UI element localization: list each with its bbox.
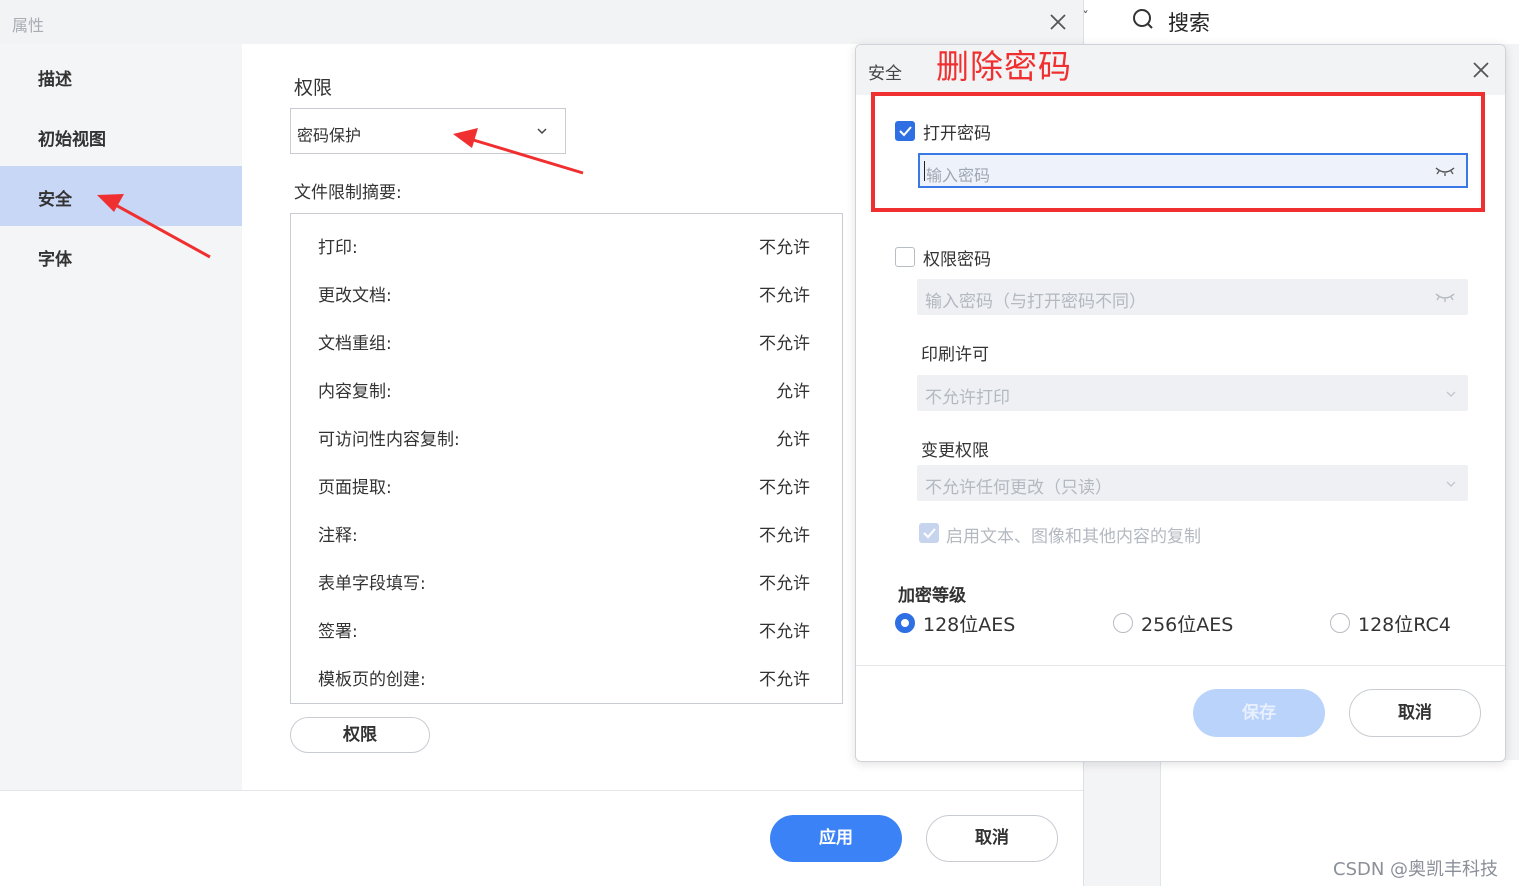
chevron-down-icon [1446, 391, 1456, 397]
summary-key: 签署: [318, 622, 358, 642]
sidebar-item-initial-view[interactable]: 初始视图 [0, 106, 242, 166]
sidebar-item-label: 字体 [38, 250, 72, 270]
summary-row: 更改文档: 不允许 [291, 266, 842, 314]
summary-row: 打印: 不允许 [291, 218, 842, 266]
summary-row: 文档重组: 不允许 [291, 314, 842, 362]
properties-title: 属性 [12, 16, 45, 35]
divider [856, 665, 1505, 666]
properties-titlebar [0, 0, 1083, 44]
search-label[interactable]: 搜索 [1168, 7, 1210, 37]
annotation-highlight-box [871, 92, 1485, 212]
radio-256-aes[interactable] [1113, 613, 1133, 633]
summary-key: 表单字段填写: [318, 574, 426, 594]
summary-value: 允许 [776, 430, 810, 450]
radio-label: 128位AES [923, 614, 1016, 636]
radio-label: 256位AES [1141, 614, 1234, 636]
print-permission-value: 不允许打印 [925, 388, 1010, 408]
summary-value: 不允许 [759, 286, 810, 306]
chevron-down-icon [1446, 481, 1456, 487]
eye-closed-icon [1435, 293, 1455, 302]
close-icon[interactable] [1470, 59, 1492, 81]
sidebar-item-label: 描述 [38, 70, 72, 90]
permission-password-label: 权限密码 [923, 250, 991, 270]
permissions-button[interactable]: 权限 [290, 717, 430, 753]
summary-value: 不允许 [759, 478, 810, 498]
summary-key: 注释: [318, 526, 358, 546]
properties-sidebar: 描述 初始视图 安全 字体 [0, 44, 242, 790]
change-permission-value: 不允许任何更改（只读） [925, 478, 1112, 498]
search-icon[interactable] [1132, 8, 1154, 30]
summary-key: 内容复制: [318, 382, 392, 402]
summary-value: 不允许 [759, 334, 810, 354]
summary-value: 不允许 [759, 622, 810, 642]
print-permission-select: 不允许打印 [917, 375, 1468, 411]
permission-password-checkbox[interactable] [895, 247, 915, 267]
save-button[interactable]: 保存 [1193, 689, 1325, 737]
summary-value: 不允许 [759, 670, 810, 690]
summary-row: 内容复制: 允许 [291, 362, 842, 410]
permission-password-placeholder: 输入密码（与打开密码不同） [925, 292, 1146, 312]
watermark: CSDN @奥凯丰科技 [1333, 859, 1499, 880]
summary-value: 不允许 [759, 238, 810, 258]
summary-key: 打印: [318, 238, 358, 258]
chevron-down-icon [537, 128, 547, 135]
sidebar-item-fonts[interactable]: 字体 [0, 226, 242, 286]
annotation-text: 删除密码 [936, 47, 1072, 86]
sidebar-item-label: 安全 [38, 190, 72, 210]
summary-value: 不允许 [759, 526, 810, 546]
radio-128-rc4[interactable] [1330, 613, 1350, 633]
sidebar-item-label: 初始视图 [38, 130, 106, 150]
close-icon[interactable] [1046, 10, 1070, 34]
summary-row: 签署: 不允许 [291, 602, 842, 650]
cancel-button[interactable]: 取消 [926, 815, 1058, 862]
summary-value: 不允许 [759, 574, 810, 594]
encryption-level-label: 加密等级 [898, 586, 966, 606]
restriction-summary-label: 文件限制摘要: [294, 183, 402, 203]
radio-128-aes[interactable] [895, 613, 915, 633]
check-icon [923, 528, 936, 539]
print-permission-label: 印刷许可 [921, 345, 989, 365]
summary-row: 注释: 不允许 [291, 506, 842, 554]
permission-select-value: 密码保护 [297, 126, 362, 145]
apply-button[interactable]: 应用 [770, 815, 902, 862]
restriction-summary-list: 打印: 不允许 更改文档: 不允许 文档重组: 不允许 内容复制: 允许 可访问性内容复… [290, 213, 843, 704]
summary-key: 文档重组: [318, 334, 392, 354]
summary-row: 可访问性内容复制: 允许 [291, 410, 842, 458]
summary-key: 可访问性内容复制: [318, 430, 460, 450]
enable-copy-checkbox [919, 523, 939, 543]
permission-password-input: 输入密码（与打开密码不同） [917, 279, 1468, 315]
sidebar-item-security[interactable]: 安全 [0, 166, 242, 226]
permission-select[interactable]: 密码保护 [290, 108, 566, 154]
divider [0, 790, 1083, 791]
summary-row: 模板页的创建: 不允许 [291, 650, 842, 698]
security-dialog-title: 安全 [868, 64, 902, 84]
summary-value: 允许 [776, 382, 810, 402]
radio-label: 128位RC4 [1358, 614, 1451, 636]
summary-key: 页面提取: [318, 478, 392, 498]
sidebar-item-description[interactable]: 描述 [0, 46, 242, 106]
cancel-button[interactable]: 取消 [1349, 689, 1481, 737]
summary-row: 表单字段填写: 不允许 [291, 554, 842, 602]
enable-copy-label: 启用文本、图像和其他内容的复制 [946, 527, 1201, 547]
permission-heading: 权限 [294, 77, 333, 99]
summary-row: 页面提取: 不允许 [291, 458, 842, 506]
summary-key: 更改文档: [318, 286, 392, 306]
change-permission-label: 变更权限 [921, 441, 989, 461]
summary-key: 模板页的创建: [318, 670, 426, 690]
change-permission-select: 不允许任何更改（只读） [917, 465, 1468, 501]
